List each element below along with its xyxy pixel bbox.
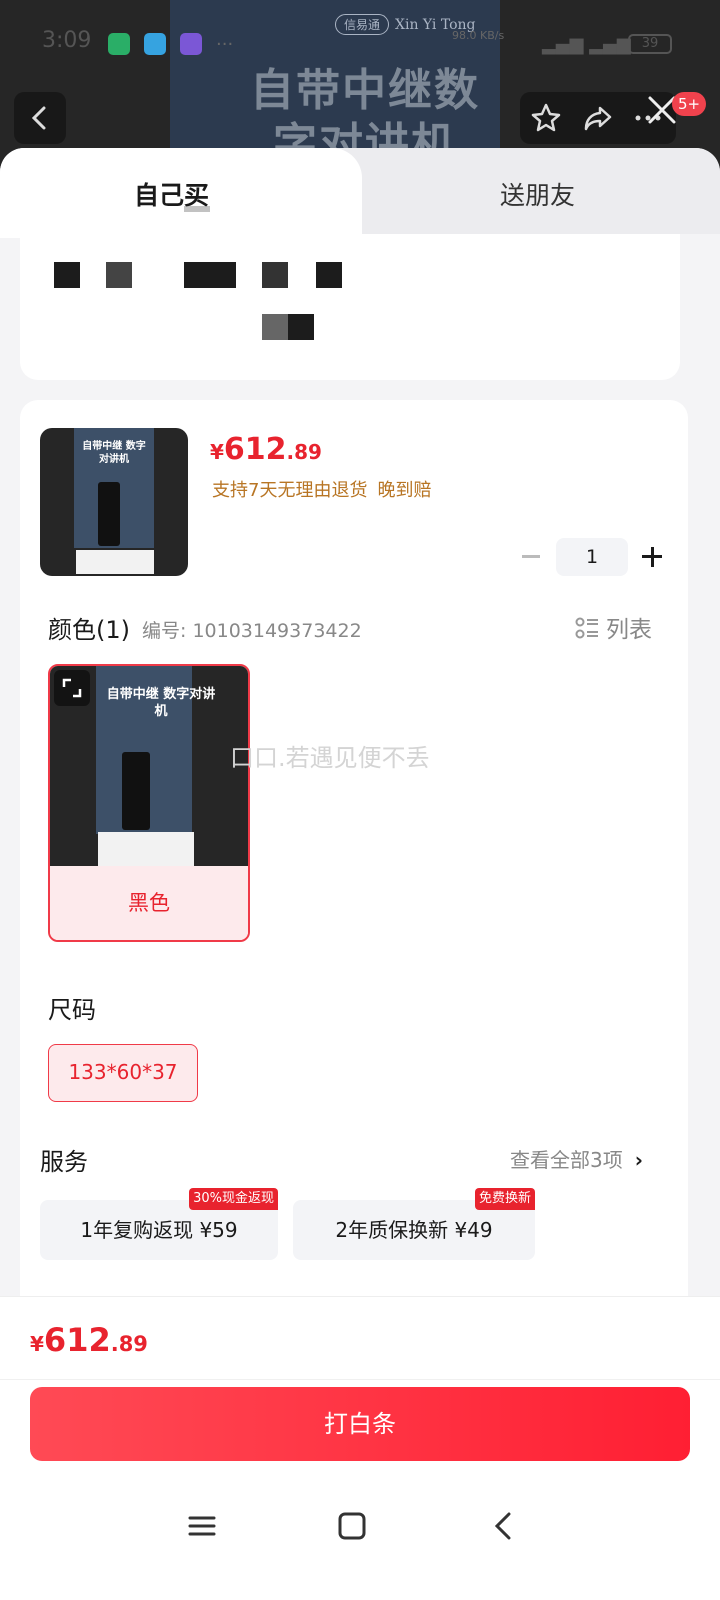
color-option-label: 黑色 <box>50 866 248 940</box>
service-badge: 免费换新 <box>474 1188 535 1210</box>
product-tags: 支持7天无理由退货 晚到赔 <box>212 476 431 502</box>
redacted-block <box>106 262 132 288</box>
size-option[interactable]: 133*60*37 <box>48 1044 198 1102</box>
network-speed: 98.0 KB/s <box>452 29 505 42</box>
chevron-right-icon: › <box>634 1148 643 1172</box>
back-button[interactable] <box>14 92 66 144</box>
price-decimal: .89 <box>110 1332 148 1356</box>
chevron-left-icon <box>31 106 46 130</box>
service-view-all[interactable]: 查看全部3项 › <box>510 1144 643 1173</box>
list-icon <box>575 617 598 639</box>
redacted-block <box>262 262 288 288</box>
price-symbol: ¥ <box>210 440 224 464</box>
status-app-icons: ··· <box>108 31 233 56</box>
list-view-toggle[interactable]: 列表 <box>574 610 652 644</box>
color-option-black[interactable]: 自带中继 数字对讲机 黑色 <box>48 664 250 942</box>
service-option-label: 1年复购返现 ¥59 <box>80 1218 238 1242</box>
price-decimal: .89 <box>286 440 322 464</box>
radio-device-image <box>98 482 120 546</box>
redacted-block <box>54 262 80 288</box>
service-badge: 30%现金返现 <box>189 1188 278 1210</box>
thumb-accessory-strip <box>76 550 154 574</box>
product-price: ¥612.89 <box>210 432 322 467</box>
product-thumbnail[interactable]: 自带中继 数字对讲机 <box>40 428 188 576</box>
purchase-tabs: 自己买 送朋友 <box>0 148 720 238</box>
list-toggle-label: 列表 <box>606 617 652 643</box>
battery-icon: 39 <box>628 34 672 54</box>
plus-icon[interactable] <box>650 546 654 567</box>
redacted-block <box>288 314 314 340</box>
wechat-icon <box>108 33 130 55</box>
address-card[interactable] <box>20 234 680 380</box>
service-view-all-label: 查看全部3项 <box>510 1148 623 1172</box>
buy-with-baitiao-button[interactable]: 打白条 <box>30 1387 690 1461</box>
color-option-image: 自带中继 数字对讲机 <box>50 666 248 866</box>
status-bar: 3:09 ··· 98.0 KB/s ▂▄▆ ▂▄▆ 39 <box>42 28 690 58</box>
status-time: 3:09 <box>42 28 92 53</box>
quantity-input[interactable]: 1 <box>556 538 628 576</box>
price-integer: 612 <box>43 1321 111 1359</box>
tab-gift-friend[interactable]: 送朋友 <box>500 176 575 212</box>
option-accessory-strip <box>98 832 194 866</box>
purple-app-icon <box>180 33 202 55</box>
service-option-warranty[interactable]: 2年质保换新 ¥49 免费换新 <box>293 1188 535 1260</box>
back-icon[interactable] <box>484 1506 524 1546</box>
tag-late-compensation: 晚到赔 <box>377 480 432 501</box>
service-option-cashback[interactable]: 1年复购返现 ¥59 30%现金返现 <box>40 1188 278 1260</box>
minus-button[interactable] <box>522 555 540 558</box>
redacted-block <box>184 262 236 288</box>
total-price: ¥612.89 <box>30 1321 148 1359</box>
item-code: 编号: 10103149373422 <box>142 620 362 642</box>
size-title: 尺码 <box>48 996 96 1024</box>
tab-active-indicator <box>184 206 210 212</box>
tag-return-policy: 支持7天无理由退货 <box>212 480 368 501</box>
expand-icon[interactable] <box>54 670 90 706</box>
redacted-block <box>316 262 342 288</box>
home-icon[interactable] <box>332 1506 372 1546</box>
divider <box>0 1379 720 1380</box>
quantity-stepper: 1 <box>516 538 666 576</box>
share-icon[interactable] <box>580 100 616 136</box>
shield-app-icon <box>144 33 166 55</box>
price-integer: 612 <box>223 432 287 467</box>
system-navigation-bar <box>0 1498 720 1560</box>
star-icon[interactable] <box>528 100 564 136</box>
signal-icon: ▂▄▆ ▂▄▆ <box>542 34 631 55</box>
product-options-card: 自带中继 数字对讲机 ¥612.89 支持7天无理由退货 晚到赔 1 颜色(1) … <box>20 400 688 1320</box>
background-product-banner: 信易通 Xin Yi Tong 自带中继数字对讲机 <box>0 0 720 170</box>
service-title: 服务 <box>40 1148 88 1176</box>
status-more-dots: ··· <box>216 33 234 55</box>
service-option-label: 2年质保换新 ¥49 <box>335 1218 493 1242</box>
notification-badge: 5+ <box>672 92 707 116</box>
thumb-caption: 自带中继 数字对讲机 <box>82 441 146 465</box>
option-caption: 自带中继 数字对讲机 <box>106 687 216 719</box>
price-symbol: ¥ <box>30 1332 44 1356</box>
menu-icon[interactable] <box>182 1506 222 1546</box>
tab-self-buy[interactable]: 自己买 <box>0 148 362 238</box>
redacted-block <box>262 314 288 340</box>
color-title: 颜色(1) <box>48 616 130 644</box>
radio-device-image <box>122 752 150 830</box>
watermark-text: 口口.若遇见便不丢 <box>230 744 430 772</box>
